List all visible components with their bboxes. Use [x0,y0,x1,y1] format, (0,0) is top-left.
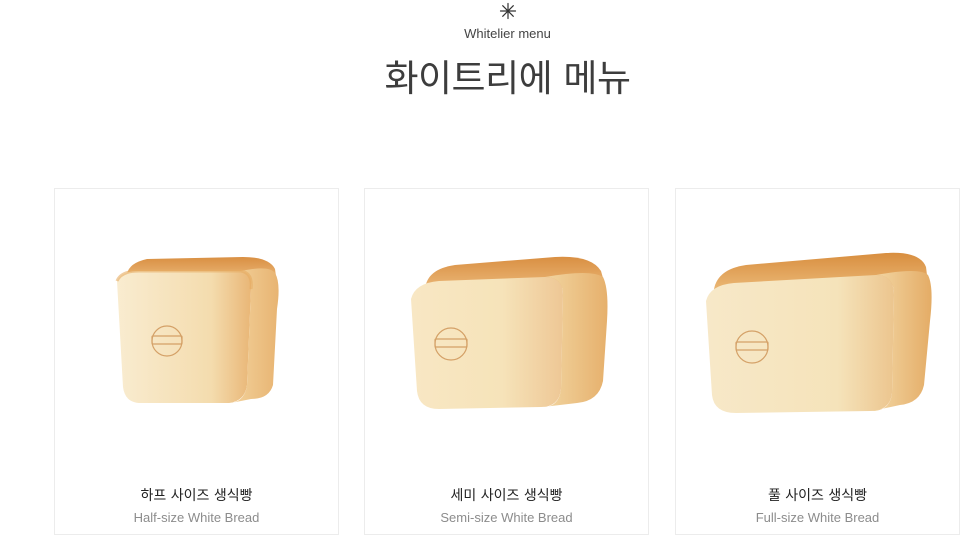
menu-subtitle: Whitelier menu [464,26,551,41]
half-loaf-bread-image [115,257,279,403]
menu-item-english: Full-size White Bread [755,510,880,525]
menu-card-half[interactable]: 하프 사이즈 생식빵 Half-size White Bread [54,188,339,535]
menu-item-english: Semi-size White Bread [440,510,573,525]
menu-card-full[interactable]: 풀 사이즈 생식빵 Full-size White Bread [675,188,960,535]
page-title: 화이트리에 메뉴 [384,57,631,100]
menu-item-name: 풀 사이즈 생식빵 [767,488,868,504]
menu-item-name: 하프 사이즈 생식빵 [140,488,253,504]
menu-card-semi[interactable]: 세미 사이즈 생식빵 Semi-size White Bread [364,188,649,535]
menu-item-name: 세미 사이즈 생식빵 [450,488,563,504]
semi-loaf-bread-image [411,256,608,409]
full-loaf-bread-image [706,252,932,413]
menu-item-english: Half-size White Bread [133,510,260,525]
asterisk-icon [499,2,517,20]
